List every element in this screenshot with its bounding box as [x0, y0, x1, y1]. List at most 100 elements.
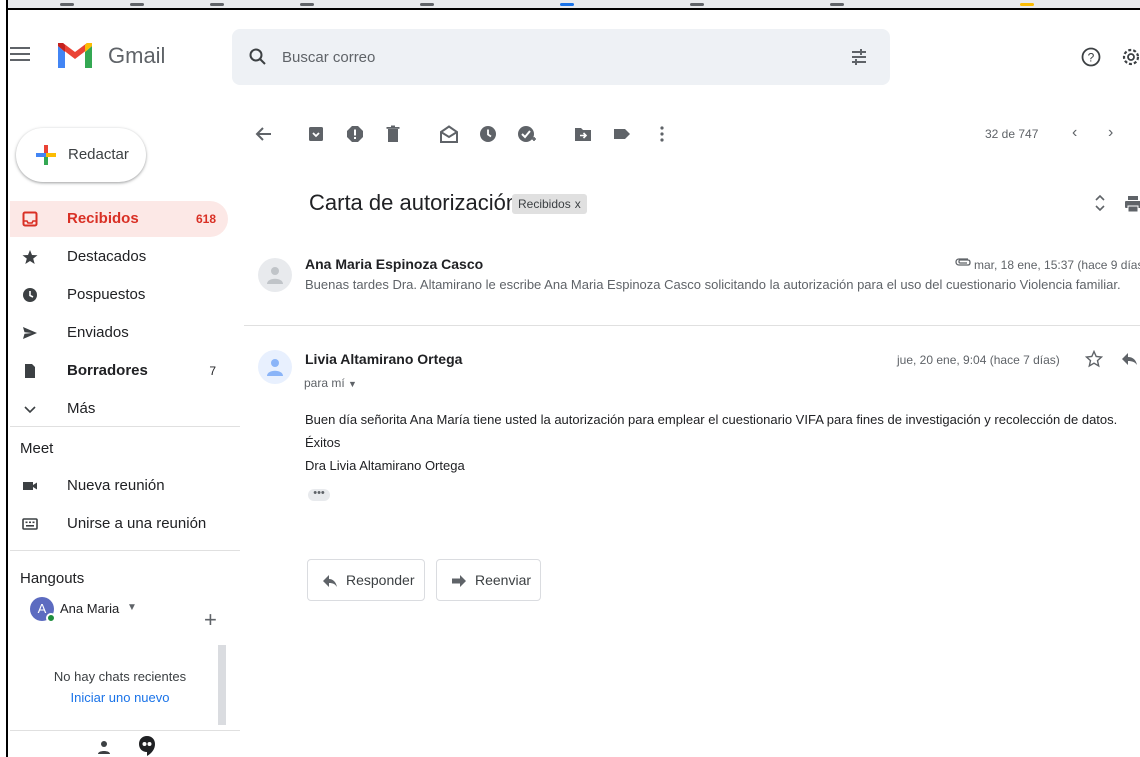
- back-arrow-icon[interactable]: [254, 124, 274, 144]
- sidebar-item-snoozed[interactable]: Pospuestos: [10, 277, 228, 313]
- join-meeting-item[interactable]: Unirse a una reunión: [10, 506, 238, 542]
- draft-count: 7: [209, 364, 216, 378]
- sidebar-item-label: Pospuestos: [67, 286, 146, 303]
- snooze-icon[interactable]: [478, 124, 498, 144]
- message-snippet[interactable]: Buenas tardes Dra. Altamirano le escribe…: [305, 277, 1121, 292]
- archive-icon[interactable]: [306, 124, 326, 144]
- reply-icon[interactable]: [1120, 351, 1138, 367]
- recipient-text: para mí: [304, 376, 345, 390]
- sidebar-divider: [10, 730, 240, 731]
- sidebar-item-label: Destacados: [67, 248, 147, 265]
- bookmark-marker: [210, 3, 224, 6]
- clock-icon: [23, 288, 37, 302]
- sidebar-item-inbox[interactable]: Recibidos 618: [10, 201, 228, 237]
- previous-chevron-icon[interactable]: ‹: [1072, 124, 1077, 142]
- report-spam-icon[interactable]: [345, 124, 365, 144]
- pagination-text: 32 de 747: [985, 127, 1039, 141]
- svg-text:?: ?: [1088, 51, 1095, 65]
- bookmark-marker: [830, 3, 844, 6]
- reply-button[interactable]: Responder: [307, 559, 425, 601]
- browser-bookmarks-strip: [0, 0, 1140, 10]
- bookmark-marker: [300, 3, 314, 6]
- hangouts-user-name: Ana Maria: [60, 601, 120, 616]
- message-date: jue, 20 ene, 9:04 (hace 7 días): [897, 353, 1060, 367]
- chats-scrollbar[interactable]: [218, 645, 226, 725]
- hangouts-chat-icon[interactable]: [138, 735, 156, 757]
- hangouts-user[interactable]: A Ana Maria ▼: [30, 597, 230, 627]
- search-options-icon[interactable]: [848, 46, 870, 68]
- meet-item-label: Nueva reunión: [67, 477, 165, 494]
- sidebar-item-sent[interactable]: Enviados: [10, 315, 228, 351]
- sidebar-item-label: Recibidos: [67, 210, 139, 227]
- sidebar-item-label: Enviados: [67, 324, 129, 341]
- show-trimmed-content-button[interactable]: •••: [308, 488, 330, 501]
- message-body-line: Dra Livia Altamirano Ortega: [305, 458, 465, 473]
- label-icon[interactable]: [612, 124, 632, 144]
- add-to-tasks-icon[interactable]: [517, 124, 537, 144]
- sidebar-item-starred[interactable]: Destacados: [10, 239, 228, 275]
- no-chats-text: No hay chats recientes: [53, 669, 187, 684]
- next-chevron-icon[interactable]: ›: [1108, 124, 1113, 142]
- label-chip[interactable]: Recibidos x: [512, 194, 587, 214]
- video-icon: [23, 482, 37, 490]
- sidebar-item-label: Más: [67, 400, 96, 417]
- recipient-details-toggle[interactable]: para mí ▼: [304, 376, 357, 390]
- message-divider: [244, 325, 1140, 326]
- hangouts-section-title: Hangouts: [20, 570, 85, 587]
- bookmark-marker: [690, 3, 704, 6]
- help-icon[interactable]: ?: [1080, 46, 1102, 68]
- bookmark-marker: [420, 3, 434, 6]
- main-menu-icon[interactable]: [10, 47, 30, 61]
- app-name: Gmail: [108, 43, 166, 68]
- message-body-line: Buen día señorita Ana María tiene usted …: [305, 412, 1118, 427]
- caret-down-icon: ▼: [348, 379, 357, 389]
- move-to-icon[interactable]: [573, 124, 593, 144]
- reply-icon: [323, 575, 337, 587]
- compose-button[interactable]: Redactar: [16, 128, 146, 182]
- gmail-logo-icon: [58, 43, 92, 68]
- sidebar-item-drafts[interactable]: Borradores 7: [10, 353, 228, 389]
- sender-name[interactable]: Ana Maria Espinoza Casco: [305, 256, 483, 272]
- new-meeting-item[interactable]: Nueva reunión: [10, 468, 238, 504]
- plus-icon: [36, 145, 56, 165]
- meet-item-label: Unirse a una reunión: [67, 515, 207, 532]
- send-icon: [23, 327, 37, 339]
- sidebar-item-more[interactable]: Más: [10, 391, 228, 427]
- inbox-icon: [22, 211, 38, 227]
- bookmark-marker: [60, 3, 74, 6]
- search-bar[interactable]: [232, 29, 890, 85]
- compose-label: Redactar: [68, 146, 129, 163]
- chevron-down-icon: [24, 406, 36, 414]
- delete-icon[interactable]: [383, 124, 403, 144]
- search-input[interactable]: [282, 29, 782, 85]
- reply-label: Responder: [346, 572, 415, 588]
- person-icon: [267, 359, 283, 376]
- forward-icon: [452, 575, 466, 587]
- expand-all-icon[interactable]: [1092, 193, 1108, 213]
- bookmark-marker: [1020, 3, 1034, 6]
- forward-label: Reenviar: [475, 572, 532, 588]
- search-icon[interactable]: [248, 47, 268, 67]
- forward-button[interactable]: Reenviar: [436, 559, 541, 601]
- bookmark-marker: [130, 3, 144, 6]
- gear-icon[interactable]: [1120, 46, 1140, 68]
- draft-icon: [25, 364, 35, 378]
- start-new-chat-link[interactable]: Iniciar uno nuevo: [30, 690, 210, 705]
- keyboard-icon: [22, 518, 38, 530]
- window-left-edge: [0, 0, 8, 757]
- remove-label-icon[interactable]: x: [575, 197, 581, 211]
- sender-avatar: [258, 258, 292, 292]
- star-icon[interactable]: [1085, 350, 1103, 368]
- add-chat-icon[interactable]: +: [204, 607, 217, 633]
- person-icon: [267, 267, 283, 284]
- mark-unread-icon[interactable]: [439, 124, 459, 144]
- meet-section-title: Meet: [20, 440, 54, 457]
- sender-name[interactable]: Livia Altamirano Ortega: [305, 351, 462, 367]
- email-subject: Carta de autorización: [309, 190, 519, 215]
- bookmark-marker: [560, 3, 574, 6]
- print-icon[interactable]: [1124, 195, 1140, 213]
- person-icon[interactable]: [96, 739, 112, 755]
- sender-avatar: [258, 350, 292, 384]
- more-options-icon[interactable]: [652, 124, 672, 144]
- message-body-line: Éxitos: [305, 435, 341, 450]
